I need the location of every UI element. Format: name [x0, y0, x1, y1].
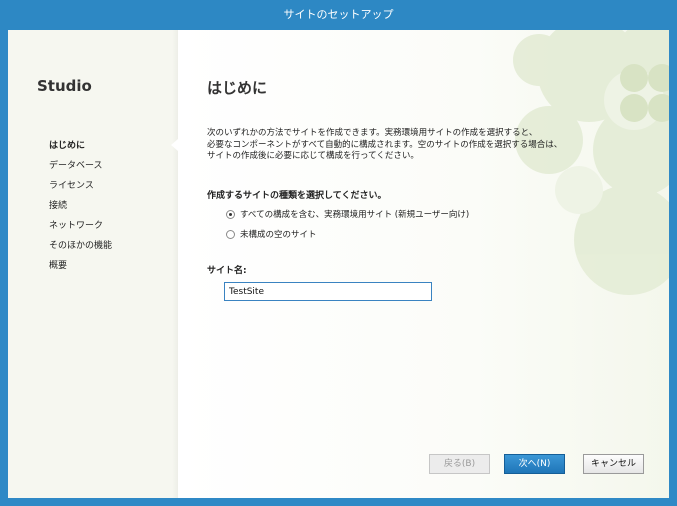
- intro-description: 次のいずれかの方法でサイトを作成できます。実務環境用サイトの作成を選択すると、 …: [207, 128, 627, 163]
- description-line-1: 次のいずれかの方法でサイトを作成できます。実務環境用サイトの作成を選択すると、: [207, 128, 538, 138]
- background-decoration: [513, 30, 669, 295]
- nav-item-database[interactable]: データベース: [49, 156, 112, 176]
- option-production-site-label: すべての構成を含む、実務環境用サイト (新規ユーザー向け): [240, 210, 470, 220]
- setup-window: サイトのセットアップ Studio はじめに データベース ライセンス 接続 ネ…: [0, 0, 677, 506]
- radio-button-selected[interactable]: [226, 209, 235, 219]
- active-step-pointer: [171, 139, 178, 151]
- option-production-site[interactable]: すべての構成を含む、実務環境用サイト (新規ユーザー向け): [226, 207, 469, 221]
- nav-item-getting-started[interactable]: はじめに: [49, 136, 112, 156]
- option-empty-site-label: 未構成の空のサイト: [240, 230, 317, 240]
- nav-item-network[interactable]: ネットワーク: [49, 216, 112, 236]
- site-name-label: サイト名:: [207, 266, 247, 276]
- nav-item-summary[interactable]: 概要: [49, 256, 112, 276]
- brand-label: Studio: [37, 77, 92, 95]
- main-panel: はじめに 次のいずれかの方法でサイトを作成できます。実務環境用サイトの作成を選択…: [178, 30, 669, 498]
- step-navigation: はじめに データベース ライセンス 接続 ネットワーク そのほかの機能 概要: [49, 136, 112, 276]
- window-content: Studio はじめに データベース ライセンス 接続 ネットワーク そのほかの…: [8, 30, 669, 498]
- radio-button[interactable]: [226, 229, 235, 239]
- site-type-question: 作成するサイトの種類を選択してください。: [207, 191, 387, 201]
- page-heading: はじめに: [207, 79, 268, 97]
- option-empty-site[interactable]: 未構成の空のサイト: [226, 227, 317, 241]
- next-button[interactable]: 次へ(N): [504, 454, 565, 474]
- nav-item-license[interactable]: ライセンス: [49, 176, 112, 196]
- window-title: サイトのセットアップ: [0, 0, 677, 30]
- back-button[interactable]: 戻る(B): [429, 454, 490, 474]
- description-line-3: サイトの作成後に必要に応じて構成を行ってください。: [207, 151, 419, 161]
- description-line-2: 必要なコンポーネントがすべて自動的に構成されます。空のサイトの作成を選択する場合…: [207, 139, 563, 150]
- sidebar: Studio はじめに データベース ライセンス 接続 ネットワーク そのほかの…: [8, 30, 178, 498]
- nav-item-connection[interactable]: 接続: [49, 196, 112, 216]
- nav-item-additional-features[interactable]: そのほかの機能: [49, 236, 112, 256]
- site-name-input[interactable]: [224, 282, 432, 301]
- cancel-button[interactable]: キャンセル: [583, 454, 644, 474]
